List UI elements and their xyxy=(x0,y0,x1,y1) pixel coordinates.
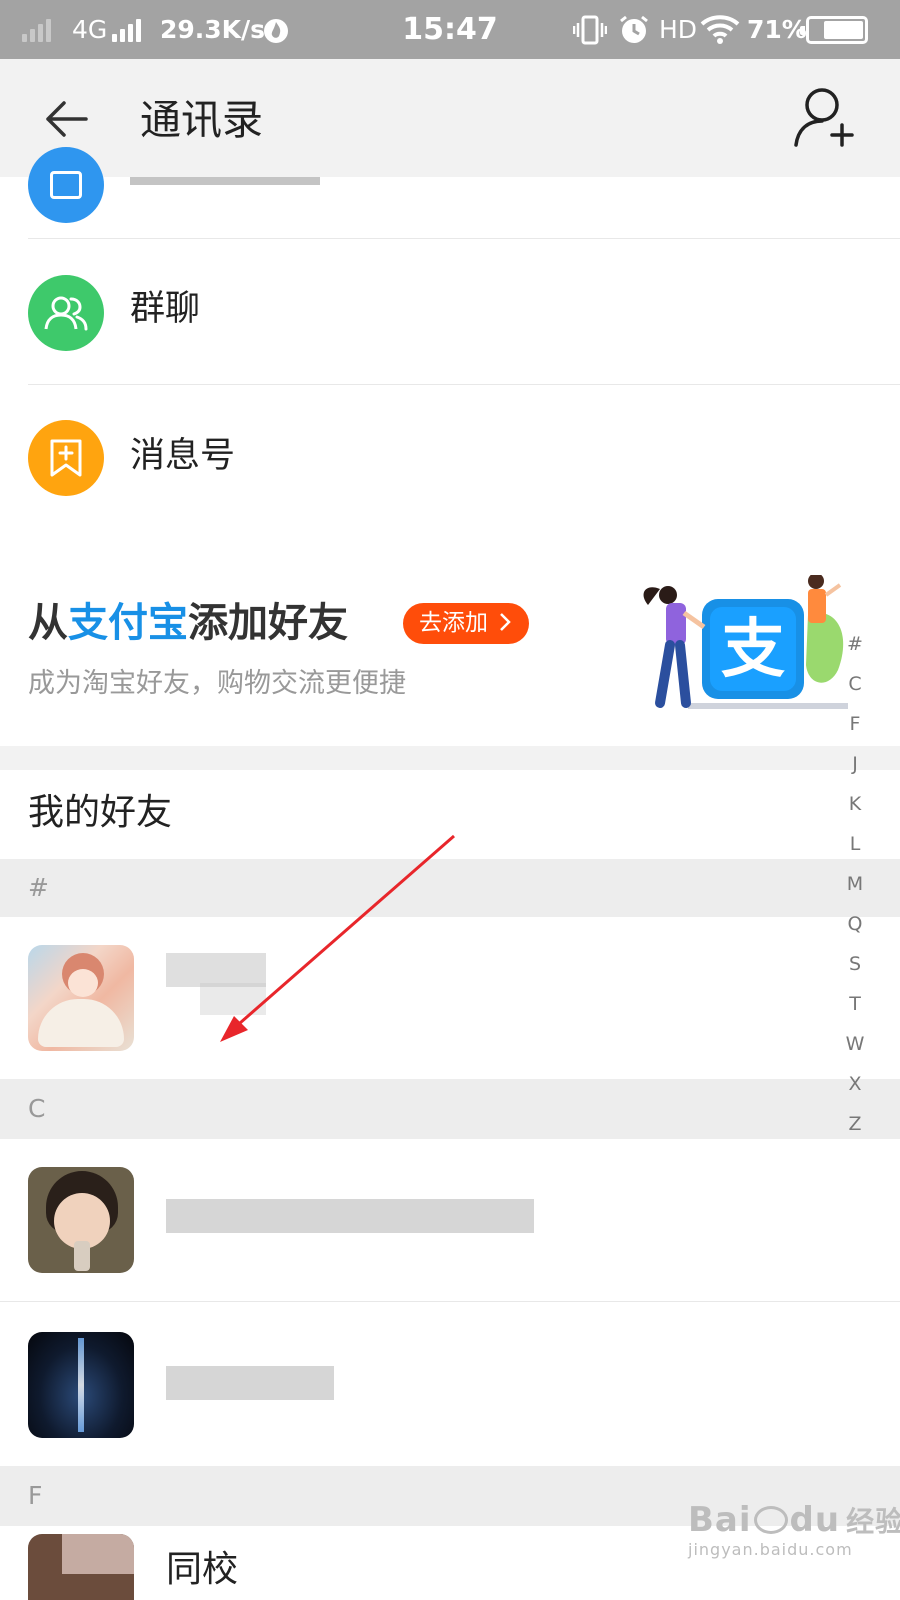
spacer xyxy=(0,746,900,770)
index-letter[interactable]: J xyxy=(840,750,870,790)
index-letter[interactable]: M xyxy=(840,870,870,910)
group-letter: C xyxy=(28,1094,46,1123)
index-letter[interactable]: L xyxy=(840,830,870,870)
nav-bar: 通讯录 xyxy=(0,59,900,177)
clipped-label xyxy=(130,177,320,185)
group-letter: # xyxy=(28,873,49,902)
go-add-button[interactable]: 去添加 xyxy=(403,603,530,644)
friend-name: 同校 xyxy=(166,1549,239,1590)
index-letter[interactable]: Z xyxy=(840,1110,870,1150)
banner-subtitle: 成为淘宝好友，购物交流更便捷 xyxy=(28,668,406,699)
index-letter[interactable]: K xyxy=(840,790,870,830)
watermark-brand: Bai xyxy=(688,1500,752,1540)
message-account-row[interactable]: 消息号 xyxy=(0,385,900,530)
index-letter[interactable]: X xyxy=(840,1070,870,1110)
group-icon xyxy=(28,275,104,351)
alphabet-index[interactable]: # C F J K L M Q S T W X Z xyxy=(840,630,870,1150)
banner-title-brand: 支付宝 xyxy=(68,600,188,646)
message-account-label: 消息号 xyxy=(130,436,236,476)
index-letter[interactable]: C xyxy=(840,670,870,710)
child-photo-avatar xyxy=(28,1167,134,1273)
vibrate-icon xyxy=(573,15,607,45)
paw-icon xyxy=(753,1506,788,1534)
blurred-name xyxy=(166,1199,534,1233)
watermark-url: jingyan.baidu.com xyxy=(688,1540,853,1559)
status-bar: 4G 29.3K/s 15:47 HD 71% xyxy=(0,0,900,59)
index-letter[interactable]: F xyxy=(840,710,870,750)
page-title: 通讯录 xyxy=(140,96,263,144)
friends-section-title: 我的好友 xyxy=(28,792,173,833)
friend-row[interactable] xyxy=(0,1302,900,1466)
group-chat-row[interactable]: 群聊 xyxy=(0,239,900,382)
watermark-label: 经验 xyxy=(846,1505,900,1538)
battery-icon xyxy=(800,16,868,44)
wifi-icon xyxy=(700,15,740,44)
bookmark-add-icon xyxy=(28,420,104,496)
chevron-right-icon xyxy=(500,613,512,631)
svg-text:支: 支 xyxy=(721,613,785,687)
phone-contacts-icon xyxy=(28,147,104,223)
night-sky-avatar xyxy=(28,1332,134,1438)
battery-percent: 71% xyxy=(747,15,807,44)
phone-contacts-row[interactable] xyxy=(0,147,900,239)
index-letter[interactable]: T xyxy=(840,990,870,1030)
banner-title-prefix: 从 xyxy=(28,600,68,646)
group-chat-label: 群聊 xyxy=(130,289,201,329)
back-arrow-icon[interactable] xyxy=(44,99,90,139)
anime-girl-avatar xyxy=(28,945,134,1051)
index-letter[interactable]: Q xyxy=(840,910,870,950)
hd-indicator: HD xyxy=(659,15,698,44)
contacts-screen: 4G 29.3K/s 15:47 HD 71% 通讯录 群聊 消息号 从支付宝添… xyxy=(0,0,900,1600)
index-letter[interactable]: W xyxy=(840,1030,870,1070)
annotation-arrow-icon xyxy=(220,834,455,1042)
group-letter: F xyxy=(28,1481,43,1510)
alarm-icon xyxy=(620,15,648,43)
baidu-watermark: Bai du 经验 jingyan.baidu.com xyxy=(688,1500,900,1559)
watermark-brand-2: du xyxy=(789,1500,841,1540)
add-contact-icon[interactable] xyxy=(792,85,856,149)
blurred-name xyxy=(166,1366,334,1400)
index-letter[interactable]: S xyxy=(840,950,870,990)
banner-title: 从支付宝添加好友 xyxy=(28,598,348,648)
index-letter[interactable]: # xyxy=(840,630,870,670)
go-add-label: 去添加 xyxy=(419,610,488,636)
banner-title-suffix: 添加好友 xyxy=(188,600,348,646)
group-header-c: C xyxy=(0,1079,900,1139)
photo-avatar xyxy=(28,1534,134,1600)
friend-row[interactable] xyxy=(0,1139,900,1302)
alipay-illustration: 支 xyxy=(643,575,848,709)
